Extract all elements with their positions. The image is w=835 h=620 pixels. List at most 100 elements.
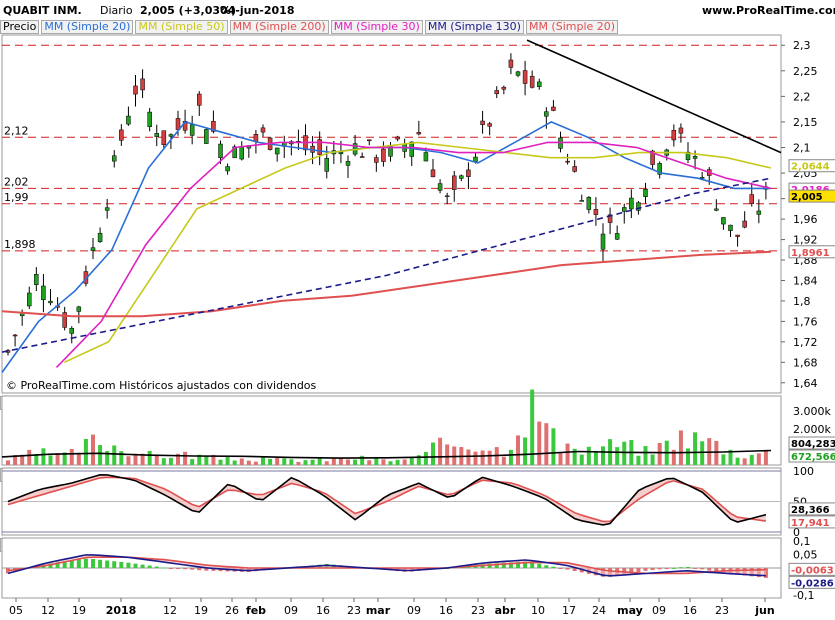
price-candle-87 — [622, 207, 627, 212]
volume-bar-40 — [289, 459, 294, 465]
macd-hist-95 — [678, 567, 683, 569]
macd-hist-27 — [197, 568, 202, 571]
volume-bar-41 — [296, 461, 301, 465]
volume-bar-97 — [693, 432, 698, 465]
volume-bar-52 — [374, 458, 379, 465]
price-candle-103 — [735, 234, 740, 237]
price-last-tag-2: 2,005 — [791, 192, 823, 203]
macd-hist-89 — [636, 568, 641, 573]
price-candle-17 — [126, 115, 131, 125]
macd-hist-22 — [161, 567, 166, 569]
volume-bar-60 — [431, 442, 435, 465]
volume-bar-33 — [239, 458, 244, 465]
volume-bar-89 — [636, 455, 641, 465]
macd-hist-15 — [112, 561, 117, 568]
volume-bar-84 — [601, 446, 605, 465]
x-label-9: 16 — [316, 604, 330, 617]
price-candle-74 — [529, 75, 535, 88]
volume-bar-75 — [537, 421, 542, 465]
macd-last-tag-1: -0,0286 — [791, 578, 834, 589]
macd-hist-19 — [140, 564, 145, 568]
volume-bar-62 — [445, 444, 450, 465]
x-label-3: 2018 — [106, 604, 137, 617]
volume-bar-54 — [388, 461, 393, 465]
price-y-label-14: 1,68 — [793, 356, 818, 369]
volume-bar-95 — [678, 430, 683, 465]
price-candle-45 — [324, 158, 329, 172]
macd-last-tag-0: -0,0063 — [791, 565, 834, 576]
price-candle-35 — [253, 134, 259, 142]
volume-bar-17 — [126, 456, 131, 465]
volume-bar-15 — [112, 445, 117, 465]
volume-y-label-0: 3.000k — [793, 405, 831, 418]
x-label-4: 12 — [163, 604, 177, 617]
volume-bar-70 — [501, 456, 506, 465]
macd-hist-20 — [147, 565, 152, 568]
macd-hist-23 — [168, 568, 173, 569]
volume-bar-5 — [41, 448, 46, 465]
volume-bar-13 — [98, 445, 103, 465]
volume-bar-39 — [282, 458, 287, 465]
volume-bar-98 — [700, 441, 705, 465]
macd-hist-98 — [700, 568, 705, 570]
volume-bar-0 — [6, 460, 10, 465]
price-y-label-8: 1,92 — [793, 234, 818, 247]
volume-bar-66 — [473, 451, 478, 465]
volume-bar-6 — [48, 455, 53, 465]
price-candle-95 — [678, 127, 684, 134]
x-label-11: mar — [366, 604, 391, 617]
volume-bar-10 — [76, 452, 81, 465]
x-label-2: 19 — [72, 604, 86, 617]
volume-bar-87 — [622, 441, 627, 465]
macd-hist-21 — [154, 566, 159, 568]
price-candle-73 — [522, 70, 528, 84]
price-candle-83 — [593, 209, 599, 215]
price-candle-106 — [756, 210, 762, 215]
macd-hist-26 — [190, 568, 195, 570]
volume-bar-77 — [551, 428, 556, 465]
volume-last-tag-1: 672,566 — [791, 452, 835, 463]
price-candle-15 — [112, 155, 117, 162]
macd-hist-13 — [98, 559, 103, 568]
macd-hist-14 — [105, 560, 110, 568]
volume-bar-83 — [593, 451, 598, 465]
chart-canvas[interactable]: 2,32,252,22,152,12,0521,961,921,881,841,… — [0, 0, 835, 620]
price-candle-4 — [34, 274, 39, 286]
volume-bar-3 — [27, 449, 32, 465]
price-credit: © ProRealTime.com Históricos ajustados c… — [6, 379, 317, 392]
volume-bar-79 — [565, 443, 570, 465]
volume-bar-100 — [714, 440, 719, 465]
price-candle-51 — [367, 139, 372, 142]
price-candle-102 — [728, 224, 733, 231]
x-label-14: 23 — [471, 604, 485, 617]
x-label-21: 16 — [683, 604, 697, 617]
price-candle-33 — [239, 146, 244, 160]
price-candle-90 — [643, 188, 648, 197]
volume-bar-105 — [749, 454, 754, 465]
volume-bar-21 — [154, 455, 159, 465]
price-candle-31 — [225, 166, 230, 172]
price-candle-1 — [12, 334, 18, 337]
price-level-label-2: 2,02 — [4, 175, 29, 188]
price-candle-75 — [537, 81, 542, 87]
x-label-5: 19 — [194, 604, 208, 617]
macd-hist-17 — [126, 562, 131, 568]
volume-bar-73 — [523, 437, 528, 465]
volume-bar-42 — [303, 460, 308, 465]
stochastic-last-tag-0: 28,366 — [791, 505, 830, 516]
price-candle-77 — [551, 106, 556, 111]
volume-bar-55 — [395, 459, 400, 465]
macd-y-label-4: -0,1 — [793, 589, 814, 602]
price-candle-60 — [430, 169, 436, 178]
volume-bar-104 — [742, 458, 747, 465]
macd-hist-96 — [686, 566, 690, 568]
macd-hist-10 — [76, 559, 81, 568]
price-panel-frame — [1, 34, 782, 394]
price-candle-27 — [197, 93, 202, 106]
volume-bar-101 — [721, 454, 726, 465]
price-candle-16 — [119, 129, 124, 141]
price-candle-36 — [260, 127, 266, 133]
volume-bar-65 — [466, 449, 471, 465]
volume-bar-43 — [310, 459, 315, 465]
price-candle-105 — [749, 194, 754, 204]
